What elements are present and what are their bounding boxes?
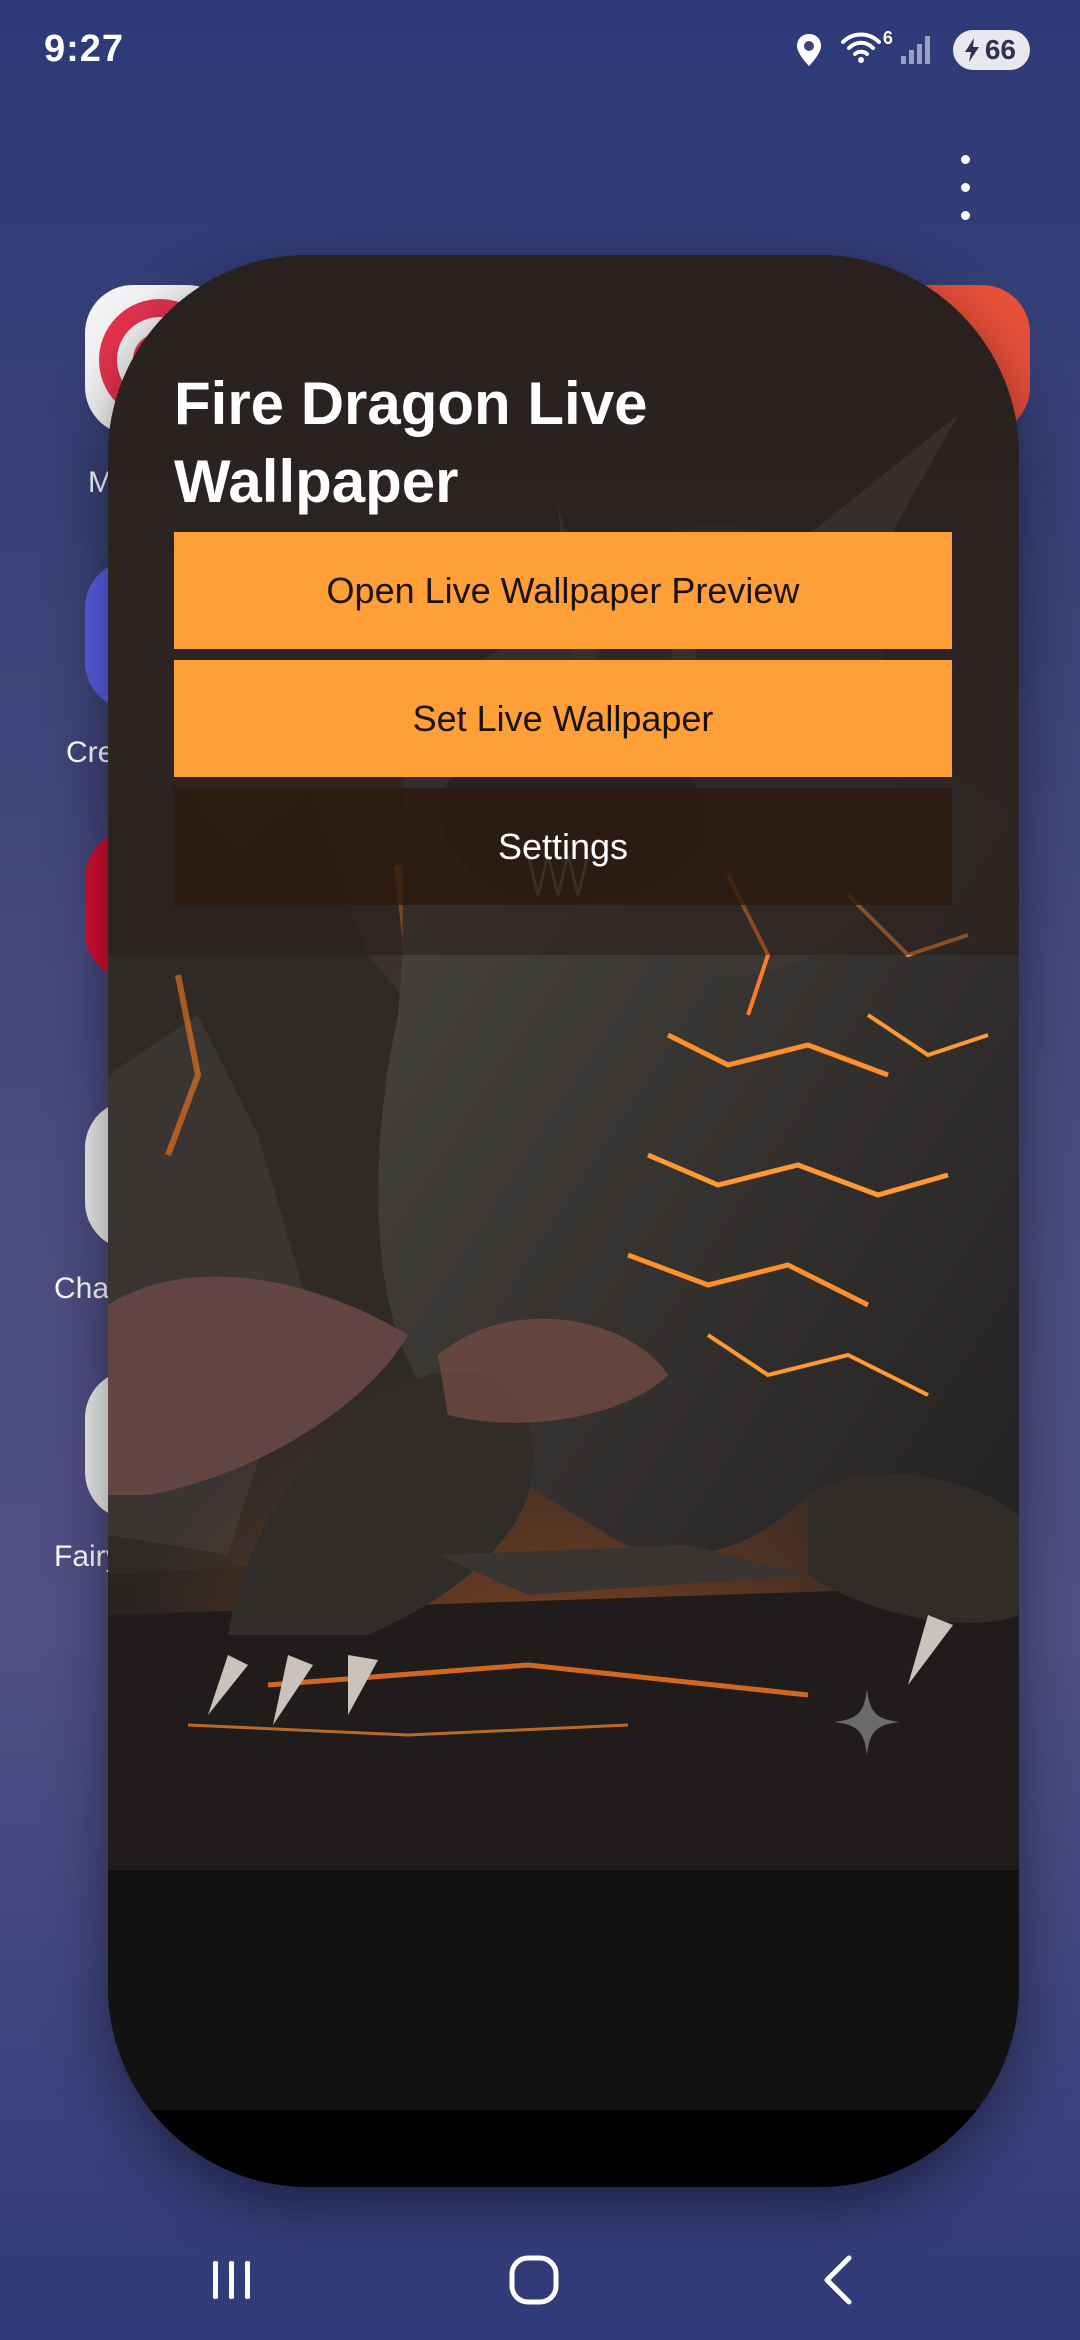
back-icon [824,2255,852,2305]
set-wallpaper-button[interactable]: Set Live Wallpaper [174,660,952,777]
settings-button[interactable]: Settings [174,788,952,905]
battery-level: 66 [984,34,1016,65]
wifi-icon [840,32,881,63]
recents-button[interactable] [187,2240,277,2320]
wallpaper-preview-card: Fire Dragon Live Wallpaper Open Live Wal… [108,255,1019,2187]
location-icon [796,34,821,66]
card-footer [108,1870,1019,2110]
home-icon [509,2255,559,2305]
wifi-badge-label: 6 [882,27,893,48]
open-preview-button[interactable]: Open Live Wallpaper Preview [174,532,952,649]
sparkle-icon [834,1689,900,1755]
card-bottom-strip [108,2110,1019,2187]
battery-indicator: 66 [952,30,1030,70]
signal-icon [900,36,930,64]
recents-icon [213,2261,250,2299]
wifi-indicator: 6 [840,28,893,69]
back-button[interactable] [793,2240,883,2320]
battery-charging-icon [964,38,979,62]
navigation-bar [0,2210,1080,2340]
status-time: 9:27 [44,28,125,70]
wallpaper-title: Fire Dragon Live Wallpaper [174,370,648,515]
home-button[interactable] [489,2240,579,2320]
more-vert-icon[interactable] [940,155,990,220]
status-bar: 9:27 6 66 [0,0,1080,105]
status-icons: 6 66 [795,28,1030,70]
